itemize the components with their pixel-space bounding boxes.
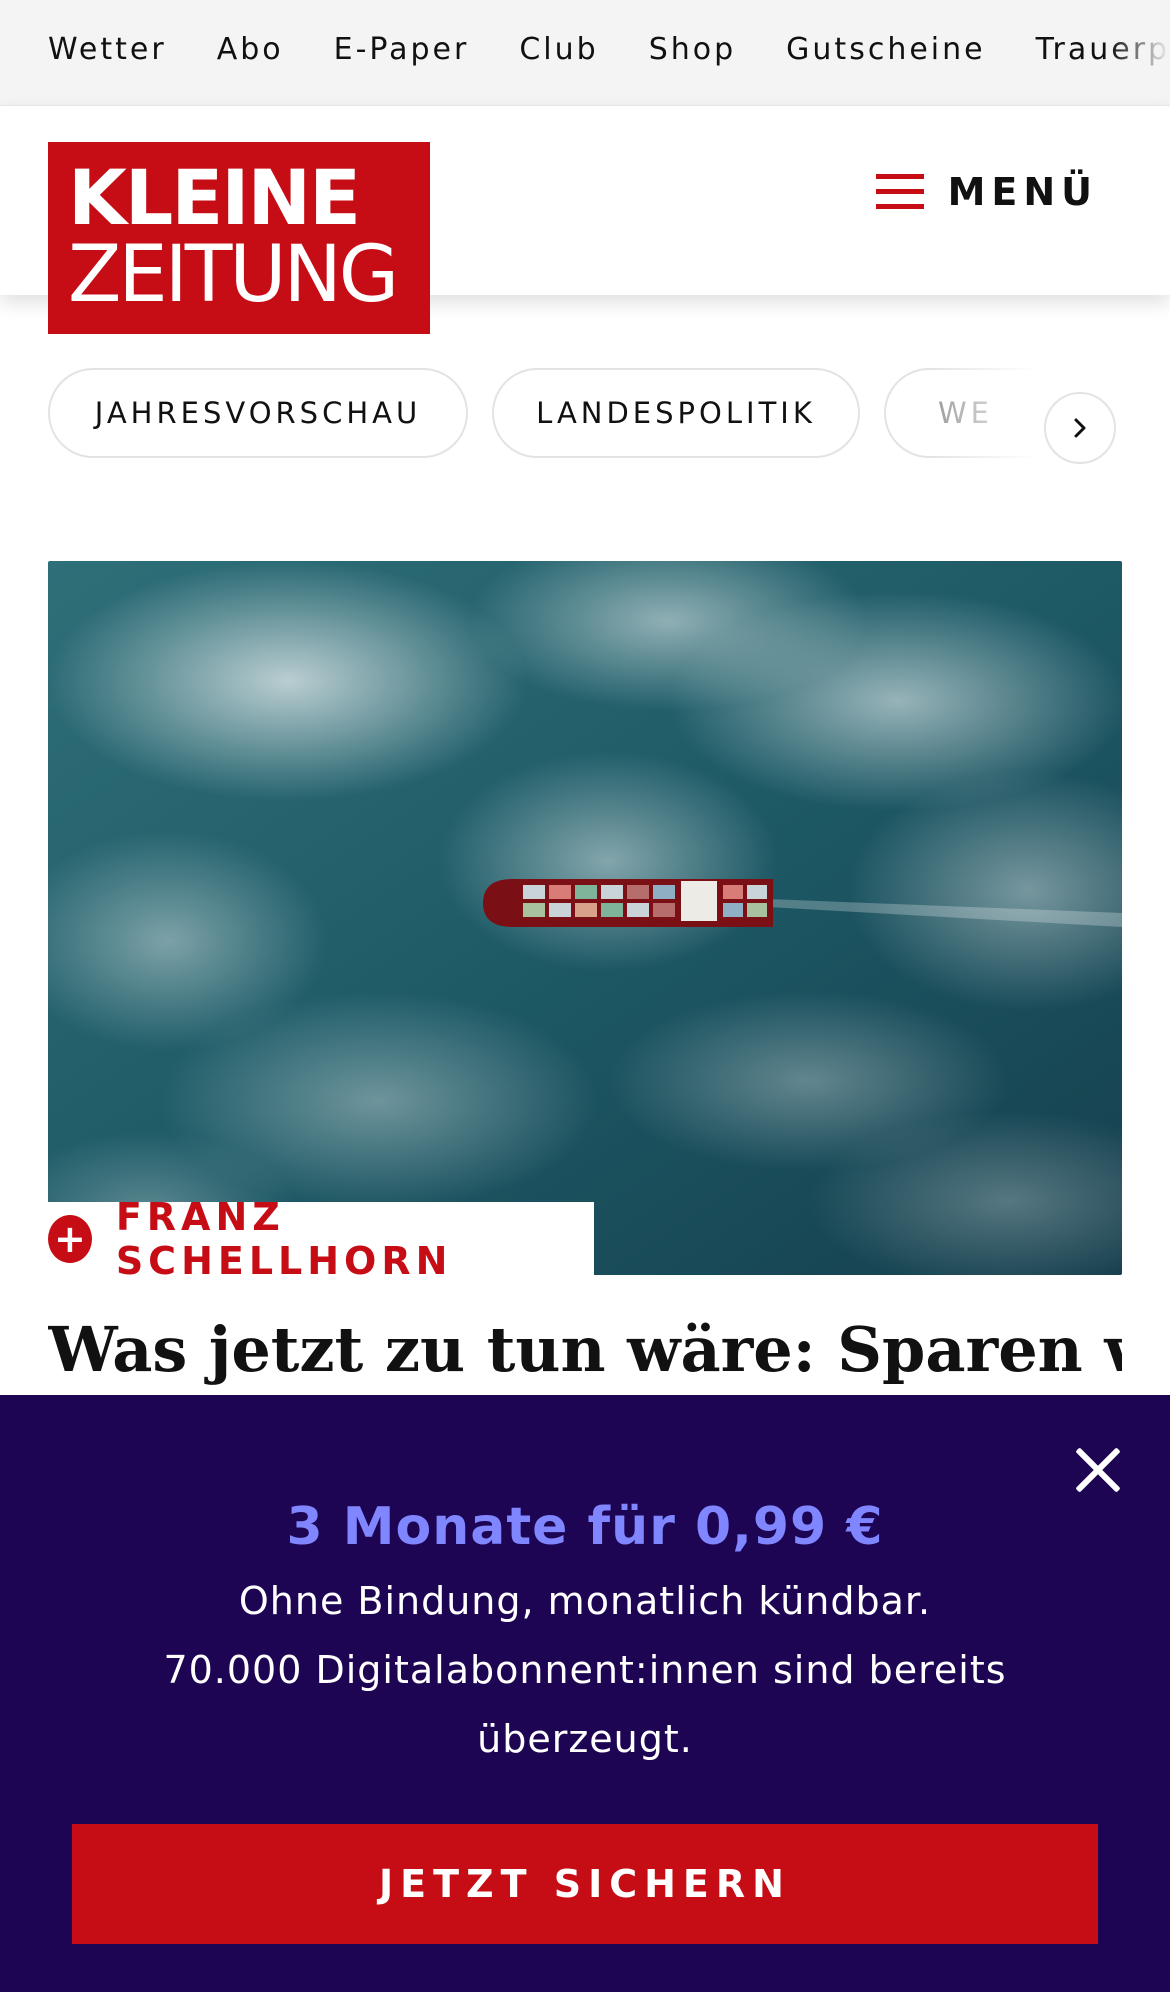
site-header: KLEINE ZEITUNG MENÜ (0, 105, 1170, 334)
container-ship (483, 879, 773, 927)
topnav-link-wetter[interactable]: Wetter (48, 32, 167, 67)
logo-line-kleine: KLEINE (68, 153, 361, 242)
topnav-link-shop[interactable]: Shop (649, 32, 736, 67)
plus-icon: + (48, 1215, 92, 1263)
article-image[interactable] (48, 561, 1122, 1275)
author-tag[interactable]: + FRANZ SCHELLHORN (48, 1195, 594, 1283)
topnav-link-epaper[interactable]: E-Paper (334, 32, 470, 67)
promo-line-2: 70.000 Digitalabonnent:innen sind bereit… (163, 1648, 1007, 1761)
promo-line-1: Ohne Bindung, monatlich kündbar. (238, 1579, 932, 1623)
author-name: FRANZ SCHELLHORN (115, 1195, 453, 1283)
topnav-link-abo[interactable]: Abo (217, 32, 284, 67)
ocean-ship-image (48, 561, 1122, 1275)
close-icon[interactable] (1073, 1445, 1123, 1495)
chip-landespolitik[interactable]: LANDESPOLITIK (492, 368, 860, 458)
hamburger-icon (875, 174, 924, 210)
topnav-fade (1110, 0, 1170, 105)
jetzt-sichern-button[interactable]: JETZT SICHERN (72, 1824, 1098, 1944)
kleine-zeitung-logo[interactable]: KLEINE ZEITUNG (48, 142, 430, 334)
promo-title: 3 Monate für 0,99 € (286, 1497, 884, 1557)
menu-label: MENÜ (947, 170, 1098, 214)
article-headline[interactable]: Was jetzt zu tun wäre: Sparen wie (48, 1310, 1122, 1390)
category-chips: JAHRESVORSCHAU LANDESPOLITIK WE (0, 368, 1170, 460)
topnav-link-gutscheine[interactable]: Gutscheine (786, 32, 985, 67)
menu-button[interactable]: MENÜ (875, 170, 1098, 214)
top-utility-nav-list: Wetter Abo E-Paper Club Shop Gutscheine … (48, 32, 1170, 67)
logo-line-zeitung: ZEITUNG (68, 230, 399, 320)
promo-text: Ohne Bindung, monatlich kündbar. 70.000 … (150, 1567, 1020, 1774)
topnav-link-club[interactable]: Club (519, 32, 598, 67)
chip-jahresvorschau[interactable]: JAHRESVORSCHAU (48, 368, 468, 458)
top-utility-nav: Wetter Abo E-Paper Club Shop Gutscheine … (0, 0, 1170, 105)
chevron-right-icon[interactable] (1044, 392, 1116, 464)
